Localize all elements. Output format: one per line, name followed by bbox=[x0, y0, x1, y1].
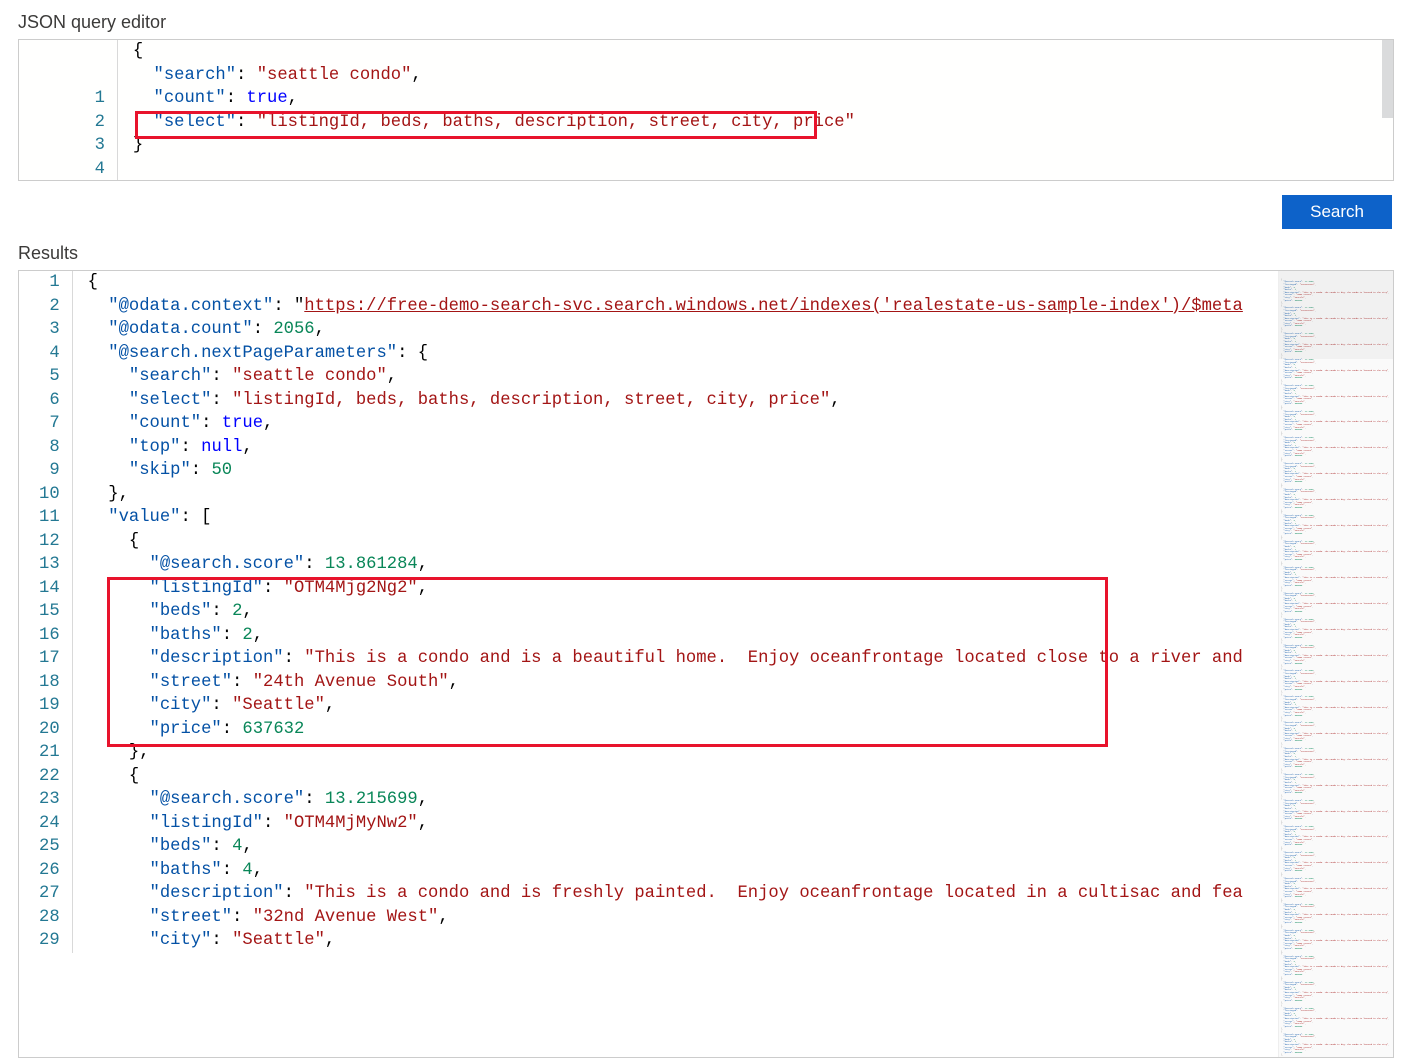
results-code-body[interactable]: { "@odata.context": "https://free-demo-s… bbox=[88, 271, 1278, 953]
results-editor[interactable]: 1234567891011121314151617181920212223242… bbox=[18, 270, 1394, 1058]
scrollbar-thumb[interactable] bbox=[1382, 40, 1393, 118]
results-label: Results bbox=[18, 243, 1394, 264]
results-gutter: 1234567891011121314151617181920212223242… bbox=[19, 271, 72, 953]
query-code-body[interactable]: { "search": "seattle condo", "count": tr… bbox=[133, 40, 1393, 181]
query-editor[interactable]: 12345 { "search": "seattle condo", "coun… bbox=[18, 39, 1394, 181]
minimap-viewport[interactable] bbox=[1279, 271, 1393, 359]
search-button[interactable]: Search bbox=[1282, 195, 1392, 229]
query-gutter: 12345 bbox=[19, 40, 117, 181]
minimap[interactable]: { "@search.score": 12.3456, "listingId":… bbox=[1278, 271, 1393, 1057]
query-editor-label: JSON query editor bbox=[18, 12, 1394, 33]
